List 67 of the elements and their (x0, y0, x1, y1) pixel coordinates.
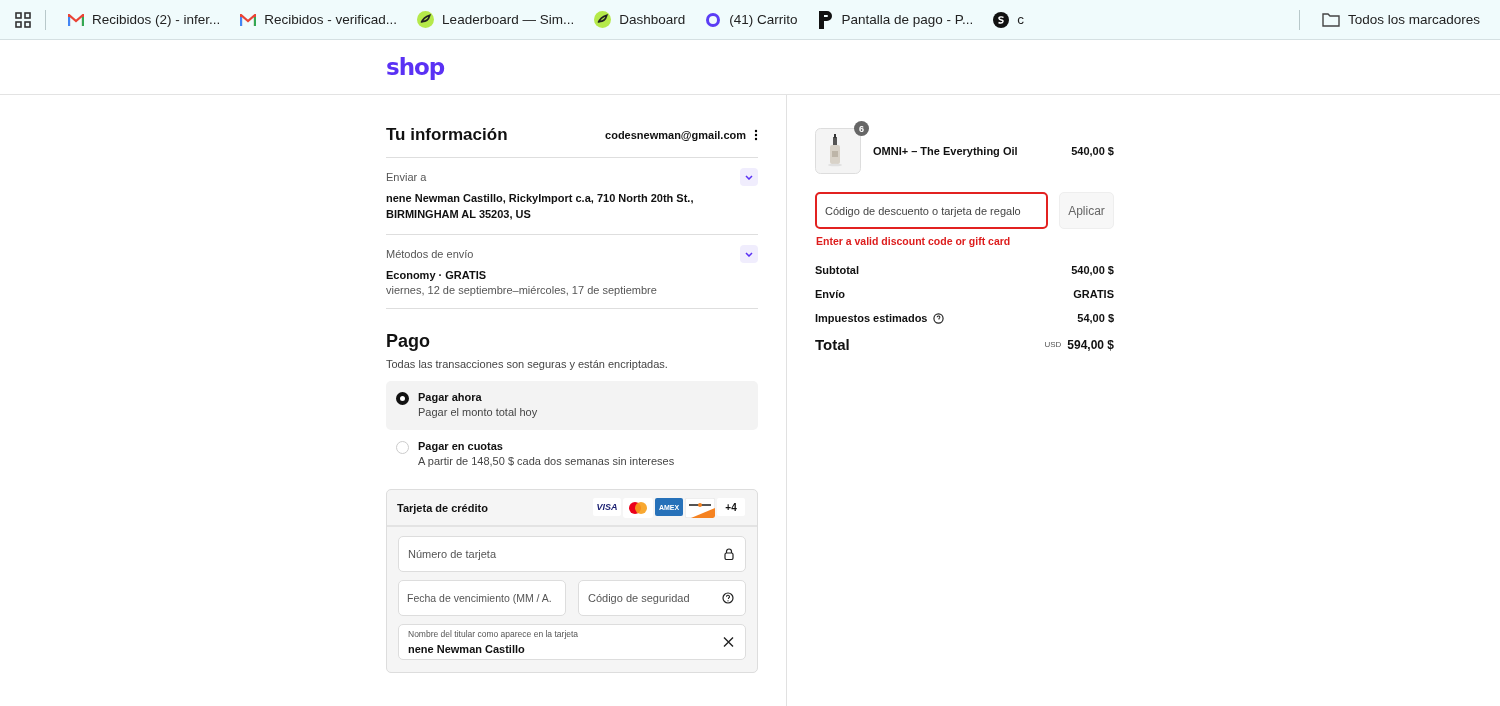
option-description: Pagar el monto total hoy (418, 406, 538, 418)
bookmark[interactable]: Recibidos (2) - infer... (60, 8, 229, 31)
lock-icon (724, 548, 734, 560)
chevron-down-icon (745, 251, 753, 257)
account-email: codesnewman@gmail.com (605, 129, 746, 141)
leaf-icon (417, 11, 435, 28)
bookmark[interactable]: (41) Carrito (697, 7, 806, 32)
security-code-field[interactable]: Código de seguridad (578, 580, 746, 616)
expand-button[interactable] (740, 245, 758, 263)
bookmark[interactable]: Leaderboard — Sim... (409, 7, 583, 32)
bookmarks-folder[interactable]: Todos los marcadores (1313, 8, 1488, 31)
section-title: Tu información (386, 125, 508, 145)
payment-option[interactable]: Pagar ahora Pagar el monto total hoy (386, 381, 758, 430)
clear-icon[interactable] (723, 636, 734, 648)
bookmark[interactable]: Pantalla de pago - P... (809, 6, 982, 33)
option-title: Pagar en cuotas (418, 440, 504, 452)
folder-icon (1321, 12, 1340, 27)
card-number-field[interactable]: Número de tarjeta (398, 536, 746, 572)
more-brands-badge: +4 (717, 498, 745, 516)
more-icon[interactable] (754, 129, 758, 141)
ring-icon (705, 11, 722, 28)
mail-icon (240, 13, 257, 26)
error-message: Enter a valid discount code or gift card (816, 235, 1012, 247)
section-value: Economy · GRATIS (386, 268, 488, 283)
mastercard-logo (623, 498, 653, 518)
circle-logo-icon (993, 11, 1010, 28)
total-amount: 594,00 $ (1067, 337, 1114, 352)
help-icon[interactable] (722, 592, 734, 604)
field-label: Nombre del titular como aparece en la tarjeta (408, 629, 579, 639)
p-logo-icon (817, 10, 834, 29)
product-name: OMNI+ – The Everything Oil (873, 145, 1019, 157)
summary-value: 54,00 $ (1077, 312, 1114, 324)
bookmark[interactable]: c (985, 7, 1033, 32)
summary-label: Envío (815, 288, 845, 300)
leaf-icon (594, 11, 612, 28)
help-icon[interactable] (933, 312, 945, 324)
chevron-down-icon (745, 174, 753, 180)
section-value: nene Newman Castillo, RickyImport c.a, 710 North 20th St., BIRMINGHAM AL 35203, US (386, 191, 695, 222)
shop-logo[interactable]: shop (386, 54, 445, 80)
bookmark[interactable]: Dashboard (586, 7, 694, 32)
product-price: 540,00 $ (1071, 145, 1114, 157)
currency-code: USD (1044, 340, 1062, 349)
summary-value: GRATIS (1073, 288, 1114, 300)
summary-label: Subtotal (815, 264, 859, 276)
option-title: Pagar ahora (418, 391, 483, 403)
payment-option[interactable]: Pagar en cuotas A partir de 148,50 $ cada dos semanas sin intereses (386, 430, 758, 479)
visa-logo: VISA (593, 498, 621, 516)
expand-button[interactable] (740, 168, 758, 186)
section-label: Enviar a (386, 171, 427, 183)
summary-label: Impuestos estimados (815, 312, 928, 324)
bookmark[interactable]: Recibidos - verificad... (232, 8, 406, 31)
section-label: Métodos de envío (386, 248, 474, 260)
expiry-field[interactable]: Fecha de vencimiento (MM / A. (398, 580, 566, 616)
quantity-badge: 6 (854, 121, 869, 136)
security-note: Todas las transacciones son seguras y están encriptadas. (386, 358, 669, 370)
delivery-dates: viernes, 12 de septiembre–miércoles, 17 de septiembre (386, 284, 658, 296)
radio-button[interactable] (396, 392, 409, 405)
total-label: Total (815, 336, 850, 353)
discover-logo (685, 498, 715, 518)
mail-icon (68, 13, 84, 26)
apply-button[interactable]: Aplicar (1059, 192, 1114, 229)
apps-grid-icon[interactable] (15, 11, 31, 28)
card-title: Tarjeta de crédito (397, 502, 488, 514)
summary-value: 540,00 $ (1071, 264, 1114, 276)
option-description: A partir de 148,50 $ cada dos semanas sin intereses (418, 455, 675, 467)
section-title: Pago (386, 331, 431, 352)
discount-code-field[interactable]: Código de descuento o tarjeta de regalo (815, 192, 1048, 229)
